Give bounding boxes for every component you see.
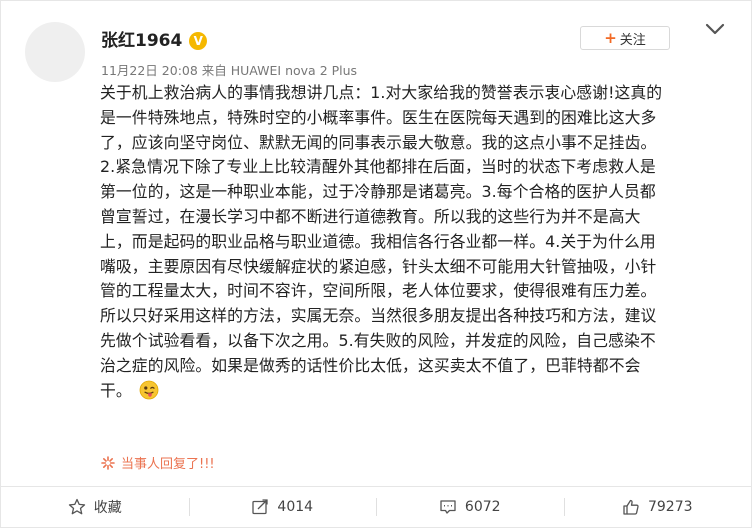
post-meta: 11月22日 20:08 来自 HUAWEI nova 2 Plus [101,63,358,78]
thumbs-up-icon [623,499,639,515]
content-line: 治之症的风险。如果是做秀的话性价比太低，这买卖太不值了，巴菲特都不会 [100,355,641,375]
follow-button[interactable]: + 关注 [580,26,670,50]
content-line-last: 干。 [100,379,724,404]
action-bar: 收藏 4014 6072 79273 [1,487,751,527]
repost-icon [252,499,269,515]
reply-notice[interactable]: 当事人回复了!!! [101,453,215,472]
content-line: 先做个试验看看，以备下次之用。5.有失败的风险，并发症的风险，自己感染不 [100,330,656,350]
chevron-down-icon[interactable] [704,21,726,37]
content-line: 是一件特殊地点，特殊时空的小概率事件。医生在医院每天遇到的困难比这大多 [100,107,657,127]
content-line: 所以只好采用这样的方法，实属无奈。当然很多朋友提出各种技巧和方法，建议 [100,306,657,326]
content-line: 关于机上救治病人的事情我想讲几点：1.对大家给我的赞誉表示衷心感谢!这真的 [100,83,663,102]
sparkle-icon [101,455,115,470]
content-line: 第一位的，这是一种职业本能，过于冷静那是诸葛亮。3.每个合格的医护人员都 [100,182,656,202]
content-line: 2.紧急情况下除了专业上比较清醒外其他都排在后面，当时的状态下考虑救人是 [100,157,656,177]
star-icon [68,498,85,515]
weibo-post-card: 张红1964 V 11月22日 20:08 来自 HUAWEI nova 2 P… [0,0,752,528]
content-line: 曾宣誓过，在漫长学习中都不断进行道德教育。所以我的这些行为并不是高大 [100,206,641,226]
author-username[interactable]: 张红1964 [101,31,182,51]
comment-button[interactable]: 6072 [376,487,564,527]
content-line: 上，而是起码的职业品格与职业道德。我相信各行各业都一样。4.关于为什么用 [100,231,656,251]
like-button[interactable]: 79273 [563,487,752,527]
post-content: 关于机上救治病人的事情我想讲几点：1.对大家给我的赞誉表示衷心感谢!这真的 是一… [100,81,724,403]
favorite-label: 收藏 [93,500,122,516]
plus-icon: + [604,28,617,47]
reply-notice-text: 当事人回复了!!! [121,457,215,472]
content-line: 嘴吸，主要原因有尽快缓解症状的紧迫感，针头太细不可能用大针管抽吸，小针 [100,256,657,276]
verified-badge-icon: V [189,32,208,50]
content-line: 管的工程量太大，时间不容许，空间所限，老人体位要求，使得很难有压力差。 [100,281,657,301]
repost-count: 4014 [277,499,314,515]
comment-count: 6072 [464,499,501,515]
repost-button[interactable]: 4014 [188,487,377,527]
tongue-out-emoji-icon [139,380,159,399]
like-count: 79273 [647,499,693,515]
author-row: 张红1964 V [101,31,208,51]
follow-label: 关注 [619,32,646,48]
favorite-button[interactable]: 收藏 [1,487,189,527]
comment-icon [440,500,456,514]
content-text: 干。 [100,380,132,400]
avatar[interactable] [25,22,85,82]
content-line: 了，应该向坚守岗位、默默无闻的同事表示最大敬意。我的这点小事不足挂齿。 [100,132,657,152]
